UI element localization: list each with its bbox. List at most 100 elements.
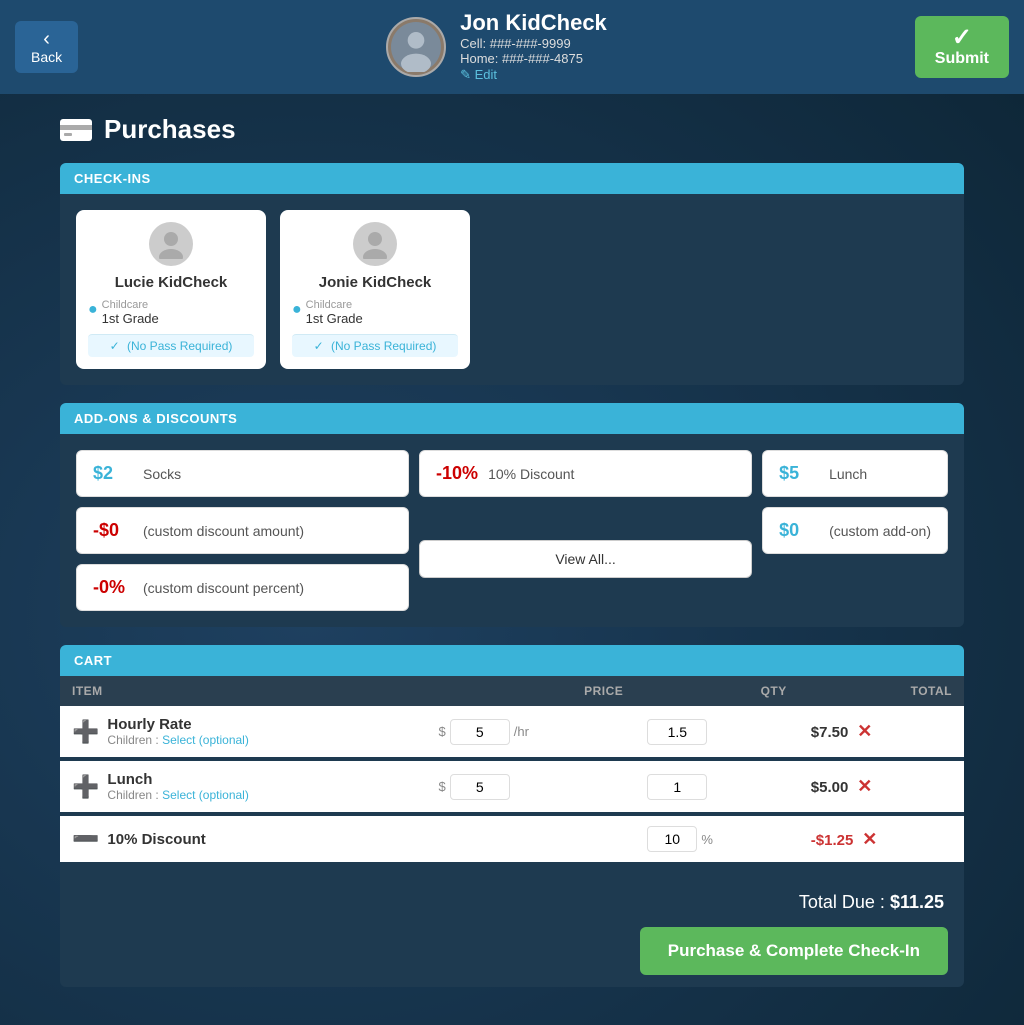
pass-badge-lucie[interactable]: ✓ (No Pass Required): [88, 334, 254, 357]
qty-input-lunch[interactable]: [647, 774, 707, 800]
total-value-hourly: $7.50: [811, 724, 849, 741]
col-qty: QTY: [635, 676, 798, 706]
addon-custom-discount-amount[interactable]: -$0 (custom discount amount): [76, 507, 409, 554]
location-info-lucie: Childcare 1st Grade: [102, 299, 159, 326]
percent-input-discount[interactable]: [647, 826, 697, 852]
addon-socks[interactable]: $2 Socks: [76, 450, 409, 497]
addon-custom-addon[interactable]: $0 (custom add-on): [762, 507, 948, 554]
add-icon-lunch[interactable]: ➕: [72, 774, 99, 800]
remove-icon-hourly[interactable]: ✕: [857, 721, 872, 741]
addon-label-custom-amount: (custom discount amount): [143, 523, 304, 539]
purchases-icon: [60, 119, 92, 141]
add-icon-hourly[interactable]: ➕: [72, 719, 99, 745]
total-cell-lunch: $5.00 ✕: [799, 759, 964, 814]
avatar: [386, 17, 446, 77]
checkin-cards: Lucie KidCheck ● Childcare 1st Grade ✓ (…: [76, 210, 948, 369]
view-all-button[interactable]: View All...: [419, 540, 752, 578]
pass-check-icon-jonie: ✓: [314, 339, 324, 353]
header: ‹ Back Jon KidCheck Cell: ###-###-9999 H…: [0, 0, 1024, 94]
main-content: Purchases CHECK-INS Lucie KidCheck ● Chi…: [0, 94, 1024, 1025]
addon-price-lunch: $5: [779, 463, 819, 484]
total-value-discount: -$1.25: [811, 832, 854, 849]
location-label-jonie: Childcare: [306, 299, 363, 311]
qty-cell-discount: %: [635, 814, 798, 864]
cart-body: ITEM PRICE QTY TOTAL ➕ Hourly Rat: [60, 676, 964, 987]
item-sub-hourly: Children : Select (optional): [107, 733, 248, 747]
table-row: ➕ Hourly Rate Children : Select (optiona…: [60, 706, 964, 759]
pass-label-jonie: (No Pass Required): [331, 339, 436, 353]
select-children-hourly[interactable]: Select (optional): [162, 733, 249, 747]
back-button[interactable]: ‹ Back: [15, 21, 78, 73]
user-cell: Cell: ###-###-9999: [460, 36, 607, 51]
qty-input-hourly[interactable]: [647, 719, 707, 745]
checkin-card-jonie[interactable]: Jonie KidCheck ● Childcare 1st Grade ✓ (…: [280, 210, 470, 369]
total-due-label: Total Due :: [799, 892, 885, 912]
total-value-lunch: $5.00: [811, 779, 849, 796]
checkins-body: Lucie KidCheck ● Childcare 1st Grade ✓ (…: [60, 194, 964, 385]
user-home: Home: ###-###-4875: [460, 51, 607, 66]
remove-icon-lunch[interactable]: ✕: [857, 776, 872, 796]
total-cell-hourly: $7.50 ✕: [799, 706, 964, 759]
check-icon: ✓: [952, 26, 972, 50]
addon-label-lunch: Lunch: [829, 466, 867, 482]
checkin-card-lucie[interactable]: Lucie KidCheck ● Childcare 1st Grade ✓ (…: [76, 210, 266, 369]
children-label-lunch: Children :: [107, 788, 158, 802]
select-children-lunch[interactable]: Select (optional): [162, 788, 249, 802]
pass-check-icon-lucie: ✓: [110, 339, 120, 353]
price-input-hourly[interactable]: [450, 719, 510, 745]
pass-badge-jonie[interactable]: ✓ (No Pass Required): [292, 334, 458, 357]
location-row-lucie: ● Childcare 1st Grade: [88, 299, 254, 326]
location-grade-lucie: 1st Grade: [102, 311, 159, 326]
price-input-lunch[interactable]: [450, 774, 510, 800]
qty-cell-lunch: [635, 759, 798, 814]
addon-price-custom-percent: -0%: [93, 577, 133, 598]
total-cell-discount: -$1.25 ✕: [799, 814, 964, 864]
location-row-jonie: ● Childcare 1st Grade: [292, 299, 458, 326]
checkins-section: CHECK-INS Lucie KidCheck ● Childcare 1st…: [60, 163, 964, 385]
minus-icon-discount[interactable]: ➖: [72, 826, 99, 852]
page-title: Purchases: [104, 114, 236, 145]
location-grade-jonie: 1st Grade: [306, 311, 363, 326]
addon-lunch[interactable]: $5 Lunch: [762, 450, 948, 497]
dollar-sign-lunch: $: [439, 779, 446, 794]
remove-icon-discount[interactable]: ✕: [862, 829, 877, 849]
table-row: ➖ 10% Discount % -$1.25: [60, 814, 964, 864]
back-chevron-icon: ‹: [43, 29, 50, 49]
addon-price-custom-addon: $0: [779, 520, 819, 541]
submit-label: Submit: [935, 50, 989, 68]
item-cell-lunch: ➕ Lunch Children : Select (optional): [60, 759, 427, 814]
location-icon-jonie: ●: [292, 301, 302, 319]
addons-header: ADD-ONS & DISCOUNTS: [60, 403, 964, 434]
checkins-header: CHECK-INS: [60, 163, 964, 194]
cart-section: CART ITEM PRICE QTY TOTAL: [60, 645, 964, 987]
purchase-complete-button[interactable]: Purchase & Complete Check-In: [640, 927, 948, 975]
location-info-jonie: Childcare 1st Grade: [306, 299, 363, 326]
dollar-sign-hourly: $: [439, 724, 446, 739]
price-cell-hourly: $ /hr: [427, 706, 636, 759]
qty-cell-hourly: [635, 706, 798, 759]
item-name-discount: 10% Discount: [107, 831, 205, 848]
cart-table: ITEM PRICE QTY TOTAL ➕ Hourly Rat: [60, 676, 964, 866]
pass-label-lucie: (No Pass Required): [127, 339, 232, 353]
col-total: TOTAL: [799, 676, 964, 706]
child-avatar-jonie: [353, 222, 397, 266]
price-cell-lunch: $: [427, 759, 636, 814]
cart-tbody: ➕ Hourly Rate Children : Select (optiona…: [60, 706, 964, 864]
cart-header-row: ITEM PRICE QTY TOTAL: [60, 676, 964, 706]
rate-label-hourly: /hr: [514, 724, 529, 739]
edit-link[interactable]: ✎ Edit: [460, 67, 497, 82]
addon-custom-discount-percent[interactable]: -0% (custom discount percent): [76, 564, 409, 611]
location-label-lucie: Childcare: [102, 299, 159, 311]
col-price: PRICE: [427, 676, 636, 706]
item-name-hourly: Hourly Rate: [107, 716, 248, 733]
percent-symbol-discount: %: [701, 832, 713, 847]
addon-label-10discount: 10% Discount: [488, 466, 574, 482]
addon-10-discount[interactable]: -10% 10% Discount: [419, 450, 752, 497]
item-sub-lunch: Children : Select (optional): [107, 788, 248, 802]
child-name-lucie: Lucie KidCheck: [115, 274, 228, 291]
submit-button[interactable]: ✓ Submit: [915, 16, 1009, 78]
price-cell-discount: [427, 814, 636, 864]
addon-label-custom-addon: (custom add-on): [829, 523, 931, 539]
item-cell-hourly: ➕ Hourly Rate Children : Select (optiona…: [60, 706, 427, 759]
page-title-row: Purchases: [60, 114, 964, 145]
